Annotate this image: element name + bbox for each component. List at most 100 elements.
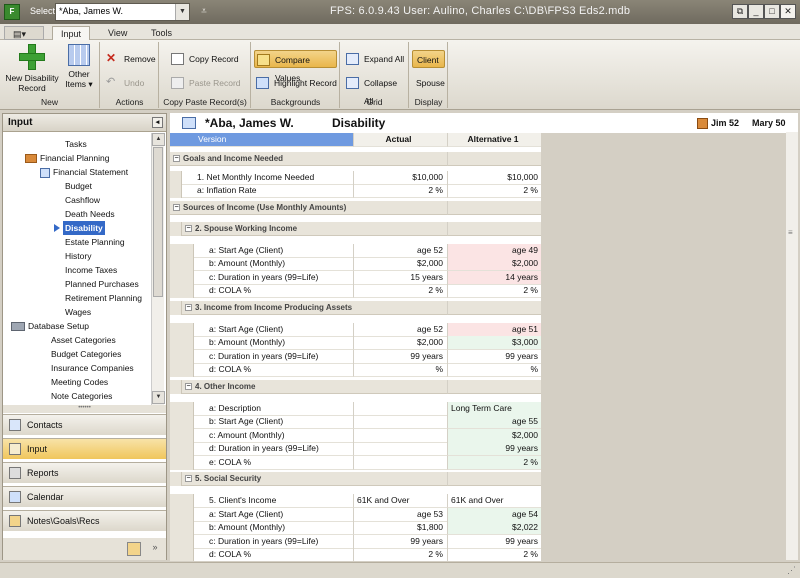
- table-row[interactable]: c: Duration in years (99=Life) 99 years 99…: [170, 350, 541, 364]
- tree-item-note-categories[interactable]: Note Categories: [51, 389, 112, 403]
- alternative-cell[interactable]: 2 %: [447, 548, 541, 561]
- splitter-grip[interactable]: ••••••: [3, 405, 166, 413]
- undo-button[interactable]: ↶ Undo: [104, 74, 158, 92]
- actual-cell[interactable]: [353, 456, 447, 470]
- tree-item-meeting-codes[interactable]: Meeting Codes: [51, 375, 108, 389]
- section-row[interactable]: −4. Other Income: [170, 380, 541, 394]
- table-row[interactable]: b: Amount (Monthly) $1,800 $2,022: [170, 521, 541, 535]
- actual-cell[interactable]: 2 %: [353, 184, 447, 198]
- alternative-header[interactable]: Alternative 1: [447, 133, 541, 147]
- section-row[interactable]: − Goals and Income Needed: [170, 152, 541, 166]
- actual-cell[interactable]: 61K and Over: [353, 494, 447, 508]
- nav-input-button[interactable]: Input: [3, 438, 166, 459]
- section-row[interactable]: −2. Spouse Working Income: [170, 222, 541, 236]
- alternative-cell[interactable]: 99 years: [447, 535, 541, 549]
- table-row[interactable]: b: Amount (Monthly) $2,000 $2,000: [170, 257, 541, 271]
- alternative-cell[interactable]: Long Term Care: [447, 402, 541, 416]
- alternative-cell[interactable]: 2 %: [447, 456, 541, 470]
- alternative-cell[interactable]: 99 years: [447, 350, 541, 364]
- alternative-cell[interactable]: $2,000: [447, 257, 541, 271]
- section-row[interactable]: −5. Social Security: [170, 472, 541, 486]
- resize-grip-icon[interactable]: ⋰: [787, 565, 796, 576]
- alternative-cell[interactable]: age 54: [447, 508, 541, 522]
- restore-icon[interactable]: ⧉: [732, 4, 748, 19]
- tree-item-income-taxes[interactable]: Income Taxes: [65, 263, 117, 277]
- actual-cell[interactable]: age 52: [353, 244, 447, 258]
- tree-item-tasks[interactable]: Tasks: [65, 137, 87, 151]
- scroll-thumb[interactable]: [153, 147, 163, 297]
- compare-values-button[interactable]: Compare Values: [254, 50, 337, 83]
- table-row[interactable]: 1. Net Monthly Income Needed $10,000 $10,0…: [170, 171, 541, 185]
- actual-cell[interactable]: [353, 442, 447, 456]
- overflow-chevron-icon[interactable]: »: [149, 542, 161, 556]
- close-button[interactable]: ✕: [780, 4, 796, 19]
- table-row[interactable]: d: Duration in years (99=Life) 99 years: [170, 442, 541, 456]
- actual-cell[interactable]: $1,800: [353, 521, 447, 535]
- actual-cell[interactable]: 2 %: [353, 548, 447, 561]
- table-row[interactable]: c: Duration in years (99=Life) 15 years 14…: [170, 271, 541, 285]
- tab-view[interactable]: View: [100, 26, 135, 40]
- collapse-pane-icon[interactable]: ◂: [152, 117, 163, 128]
- actual-cell[interactable]: age 52: [353, 323, 447, 337]
- table-row[interactable]: a: Start Age (Client) age 52 age 51: [170, 323, 541, 337]
- collapse-toggle-icon[interactable]: −: [173, 204, 180, 212]
- nav-notes-button[interactable]: Notes\Goals\Recs: [3, 510, 166, 531]
- tree-item-planned-purchases[interactable]: Planned Purchases: [65, 277, 139, 291]
- actual-cell[interactable]: 99 years: [353, 535, 447, 549]
- actual-cell[interactable]: 15 years: [353, 271, 447, 285]
- scroll-down-icon[interactable]: ▼: [152, 391, 165, 404]
- alternative-cell[interactable]: age 49: [447, 244, 541, 258]
- table-row[interactable]: e: COLA % 2 %: [170, 456, 541, 470]
- actual-cell[interactable]: $2,000: [353, 336, 447, 350]
- alternative-cell[interactable]: $3,000: [447, 336, 541, 350]
- alternative-cell[interactable]: 2 %: [447, 184, 541, 198]
- expand-all-button[interactable]: Expand All: [344, 50, 408, 68]
- tab-tools[interactable]: Tools: [143, 26, 180, 40]
- tree-item-financial-planning[interactable]: Financial Planning: [25, 151, 109, 165]
- actual-cell[interactable]: $2,000: [353, 257, 447, 271]
- chevron-down-icon[interactable]: ▼: [175, 4, 189, 20]
- tree-item-budget-categories[interactable]: Budget Categories: [51, 347, 121, 361]
- maximize-button[interactable]: □: [764, 4, 780, 19]
- table-row[interactable]: b: Start Age (Client) age 55: [170, 415, 541, 429]
- table-row[interactable]: a: Inflation Rate 2 % 2 %: [170, 184, 541, 198]
- nav-calendar-button[interactable]: Calendar: [3, 486, 166, 507]
- section-row[interactable]: −3. Income from Income Producing Assets: [170, 301, 541, 315]
- tree-item-database-setup[interactable]: Database Setup: [11, 319, 89, 333]
- tree-item-disability[interactable]: Disability: [63, 221, 105, 235]
- actual-cell[interactable]: $10,000: [353, 171, 447, 185]
- alternative-cell[interactable]: age 55: [447, 415, 541, 429]
- tree-scrollbar[interactable]: ▲ ▼: [151, 133, 165, 405]
- tree-item-asset-categories[interactable]: Asset Categories: [51, 333, 116, 347]
- tree-item-budget[interactable]: Budget: [65, 179, 92, 193]
- app-menu-button[interactable]: ▤▾: [4, 26, 44, 40]
- scroll-up-icon[interactable]: ▲: [152, 133, 165, 146]
- tab-input[interactable]: Input: [52, 26, 91, 40]
- new-disability-record-button[interactable]: New Disability Record: [4, 44, 60, 94]
- tree-item-death-needs[interactable]: Death Needs: [65, 207, 115, 221]
- minimize-button[interactable]: _: [748, 4, 764, 19]
- scroll-grip[interactable]: ≡: [788, 228, 793, 237]
- actual-cell[interactable]: [353, 402, 447, 416]
- collapse-toggle-icon[interactable]: −: [185, 475, 192, 483]
- table-row[interactable]: d: COLA % 2 % 2 %: [170, 548, 541, 561]
- table-row[interactable]: c: Duration in years (99=Life) 99 years 99…: [170, 535, 541, 549]
- copy-record-button[interactable]: Copy Record: [169, 50, 249, 68]
- other-items-button[interactable]: Other Items ▾: [62, 44, 96, 94]
- collapse-all-button[interactable]: Collapse All: [344, 74, 408, 106]
- table-row[interactable]: a: Description Long Term Care: [170, 402, 541, 416]
- actual-cell[interactable]: [353, 415, 447, 429]
- nav-contacts-button[interactable]: Contacts: [3, 414, 166, 435]
- paste-record-button[interactable]: Paste Record: [169, 74, 249, 92]
- table-row[interactable]: b: Amount (Monthly) $2,000 $3,000: [170, 336, 541, 350]
- alternative-cell[interactable]: $2,022: [447, 521, 541, 535]
- collapse-toggle-icon[interactable]: −: [173, 155, 180, 163]
- table-row[interactable]: 5. Client's Income 61K and Over 61K and Ov…: [170, 494, 541, 508]
- client-toggle[interactable]: Client: [412, 50, 445, 68]
- actual-cell[interactable]: age 53: [353, 508, 447, 522]
- actual-header[interactable]: Actual: [353, 133, 447, 147]
- alternative-cell[interactable]: 14 years: [447, 271, 541, 285]
- tree-item-cashflow[interactable]: Cashflow: [65, 193, 100, 207]
- table-row[interactable]: c: Amount (Monthly) $2,000: [170, 429, 541, 443]
- table-row[interactable]: a: Start Age (Client) age 53 age 54: [170, 508, 541, 522]
